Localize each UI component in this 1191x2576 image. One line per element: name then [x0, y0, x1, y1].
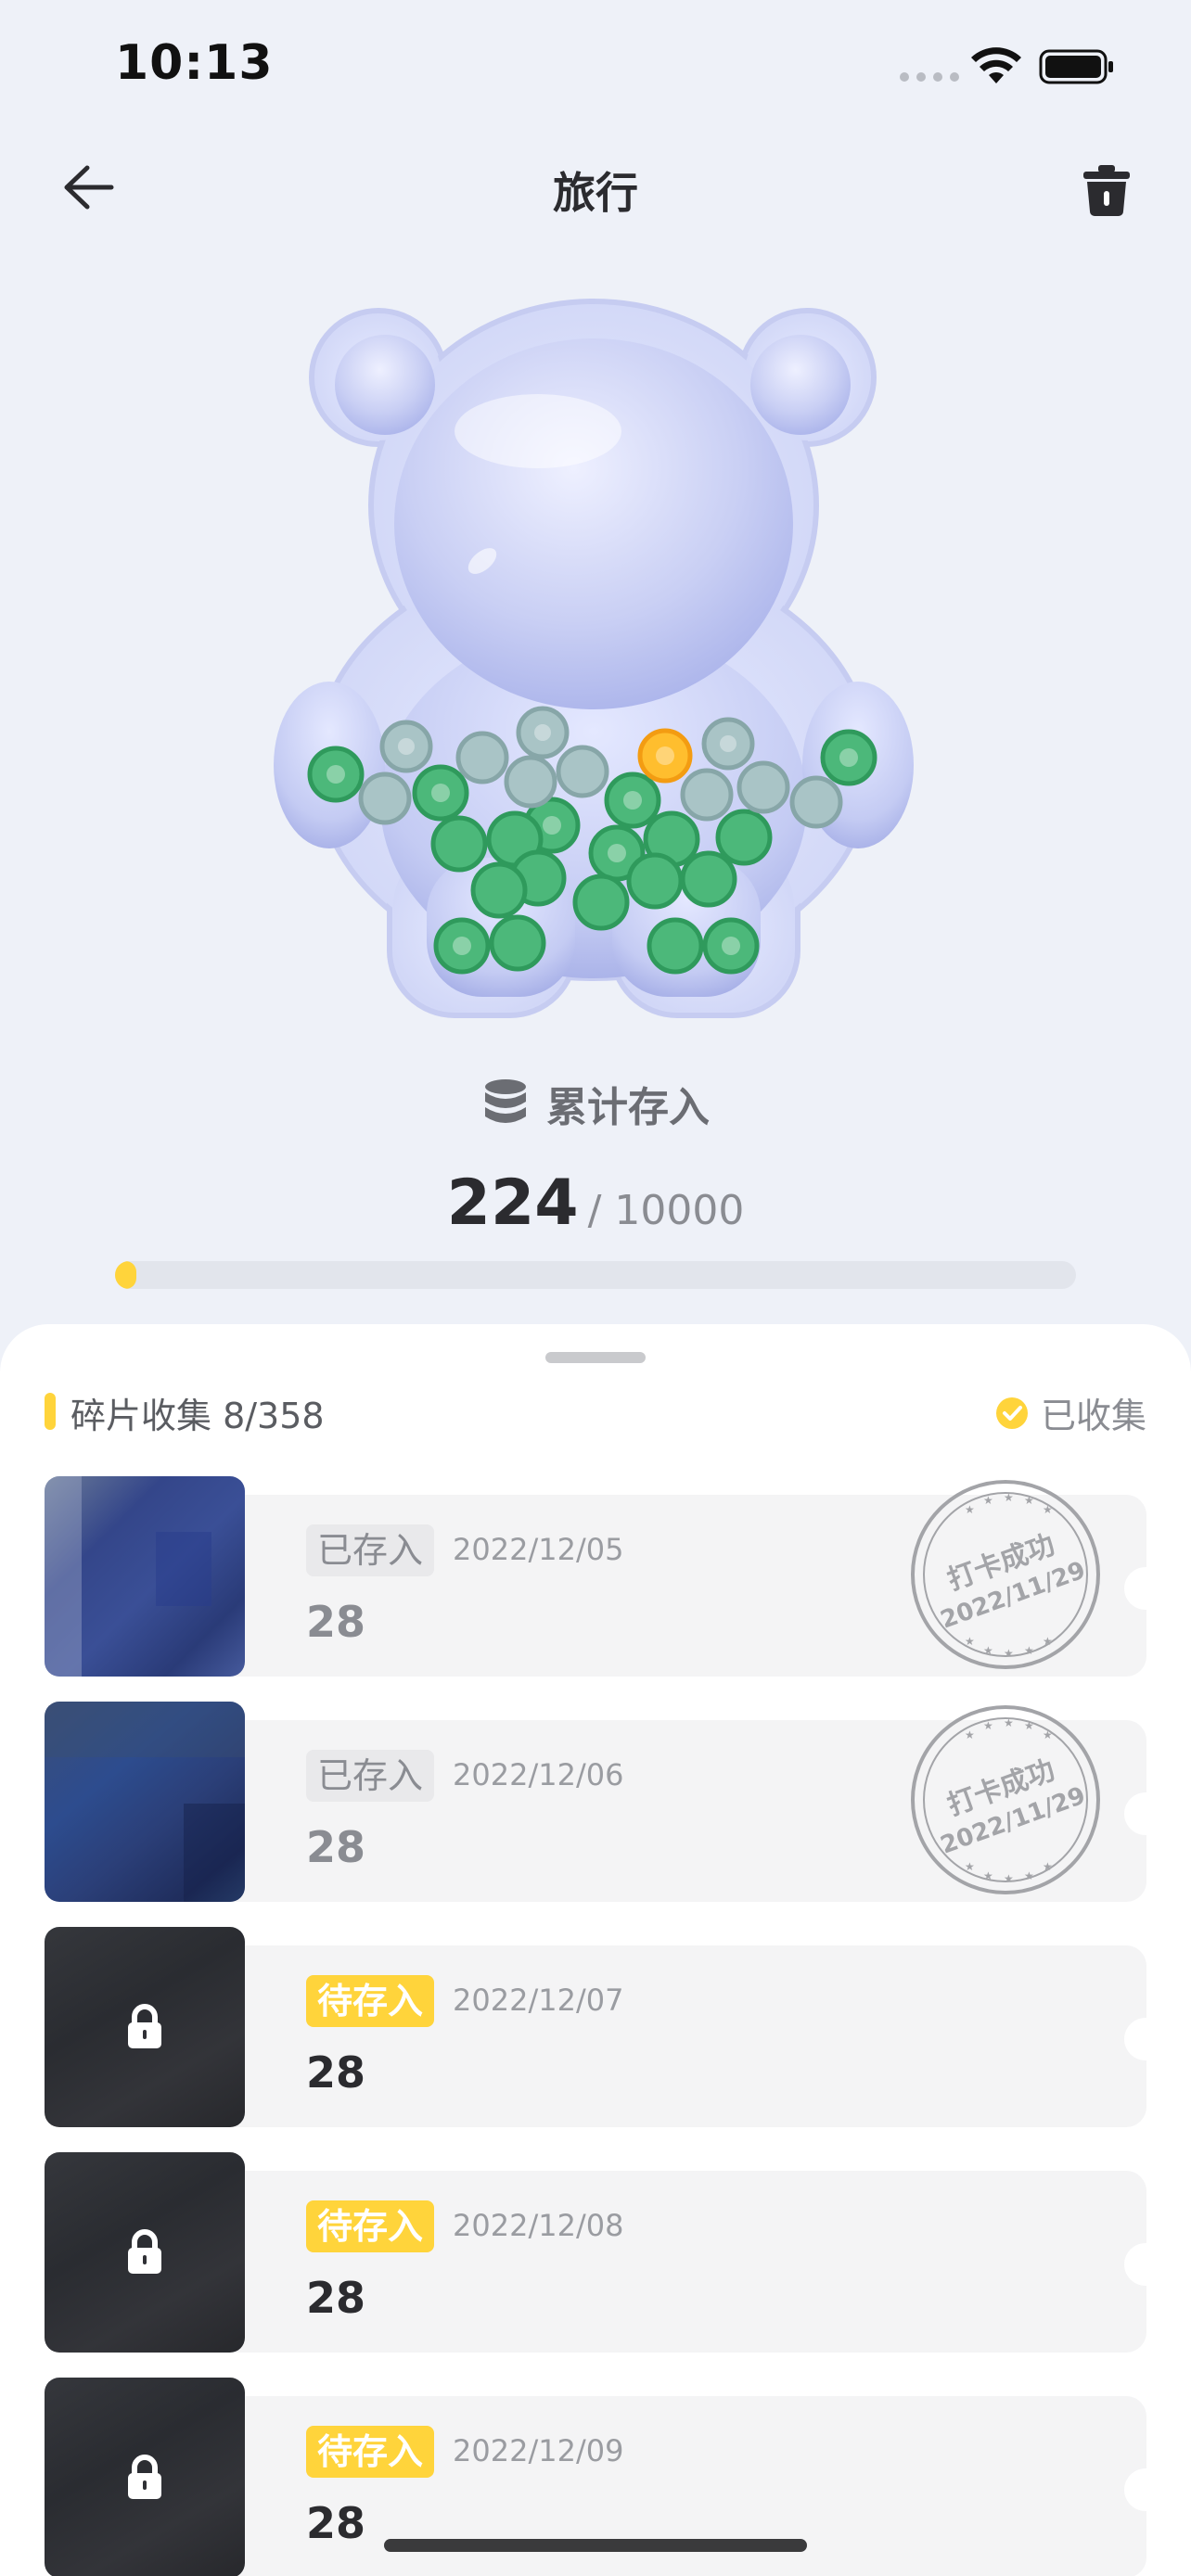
fragment-date: 2022/12/06: [453, 1757, 624, 1792]
svg-text:★: ★: [1004, 1491, 1014, 1504]
svg-text:★: ★: [1043, 1728, 1053, 1741]
svg-text:★: ★: [1004, 1716, 1014, 1729]
bear-piggy-bank-illustration: [274, 299, 914, 1018]
status-bar: 10:13: [0, 0, 1191, 139]
fragment-amount: 28: [306, 2273, 366, 2323]
status-badge: 待存入: [306, 1975, 435, 2027]
fragment-row[interactable]: 待存入 2022/12/08 28: [45, 2152, 1167, 2353]
status-badge: 已存入: [306, 1750, 435, 1802]
svg-text:★: ★: [983, 1869, 993, 1882]
status-badge: 待存入: [306, 2426, 435, 2478]
svg-text:★: ★: [983, 1719, 993, 1732]
svg-text:★: ★: [1043, 1860, 1053, 1873]
target-amount: / 10000: [587, 1187, 745, 1234]
wifi-icon: [971, 47, 1021, 83]
status-badge: 已存入: [306, 1524, 435, 1576]
svg-text:★: ★: [1024, 1644, 1034, 1657]
lock-icon: [128, 2455, 161, 2499]
fragment-date: 2022/12/07: [453, 1983, 624, 2018]
battery-icon: [1039, 49, 1113, 84]
lock-icon: [128, 2229, 161, 2274]
home-indicator[interactable]: [384, 2539, 807, 2552]
fragment-amount: 28: [306, 1822, 366, 1872]
total-saved-text: 累计存入: [546, 1084, 710, 1131]
page-title: 旅行: [553, 168, 638, 218]
svg-text:★: ★: [1043, 1503, 1053, 1516]
total-amount: 224 / 10000: [0, 1167, 1191, 1240]
fragment-row[interactable]: 已存入 2022/12/05 28 ★ ★ ★ ★ ★ ★ ★ ★ ★ ★ 打卡成功 2022/…: [45, 1476, 1167, 1677]
savings-progress-fill: [115, 1261, 137, 1289]
current-amount: 224: [446, 1167, 579, 1240]
svg-text:★: ★: [965, 1635, 975, 1648]
fragment-date: 2022/12/09: [453, 2433, 624, 2468]
svg-text:★: ★: [1024, 1494, 1034, 1507]
fragment-thumbnail-locked: [45, 2152, 245, 2353]
fragment-thumbnail-locked: [45, 2378, 245, 2576]
fragment-amount: 28: [306, 2047, 366, 2098]
svg-text:★: ★: [983, 1644, 993, 1657]
fragment-date: 2022/12/08: [453, 2208, 624, 2243]
fragment-row[interactable]: 待存入 2022/12/07 28: [45, 1927, 1167, 2127]
section-title: 碎片收集 8/358: [70, 1396, 325, 1436]
checkin-stamp: ★★ ★ ★★ ★★ ★ ★★ 打卡成功 2022/11/29: [911, 1480, 1100, 1669]
fragment-thumbnail: [45, 1702, 245, 1902]
total-saved-label: 累计存入: [0, 1074, 1191, 1133]
checkin-stamp: ★★ ★ ★★ ★★ ★ ★★ 打卡成功 2022/11/29: [911, 1705, 1100, 1894]
svg-text:★: ★: [1004, 1647, 1014, 1660]
fragment-thumbnail: [45, 1476, 245, 1677]
trash-icon: [1083, 165, 1130, 216]
savings-progress-bar: [115, 1261, 1076, 1289]
collected-filter-label: 已收集: [1040, 1396, 1146, 1436]
fragment-card: [211, 2171, 1167, 2353]
status-time: 10:13: [115, 35, 274, 91]
status-badge: 待存入: [306, 2200, 435, 2252]
collected-filter[interactable]: 已收集: [994, 1387, 1146, 1438]
fragment-row[interactable]: 已存入 2022/12/06 28 ★ ★ ★ ★ ★ ★ ★ ★ ★ ★ 打卡成功 2022/…: [45, 1702, 1167, 1902]
delete-button[interactable]: [1076, 159, 1137, 221]
svg-text:★: ★: [1024, 1869, 1034, 1882]
database-icon: [485, 1079, 526, 1123]
fragment-sheet: 碎片收集 8/358 已收集 已存入 2022/12/05 28 ★ ★ ★ ★ ★ ★…: [0, 1324, 1191, 2576]
fragment-date: 2022/12/05: [453, 1532, 624, 1567]
signal-icon: [900, 72, 959, 82]
sheet-grabber[interactable]: [545, 1352, 646, 1363]
check-circle-icon: [995, 1396, 1028, 1429]
fragment-amount: 28: [306, 1597, 366, 1647]
svg-text:★: ★: [965, 1728, 975, 1741]
fragment-amount: 28: [306, 2498, 366, 2548]
svg-text:★: ★: [1004, 1872, 1014, 1885]
svg-text:★: ★: [965, 1860, 975, 1873]
svg-text:★: ★: [1043, 1635, 1053, 1648]
svg-text:★: ★: [965, 1503, 975, 1516]
svg-text:★: ★: [983, 1494, 993, 1507]
fragment-card: [211, 1945, 1167, 2127]
lock-icon: [128, 2004, 161, 2048]
fragment-thumbnail-locked: [45, 1927, 245, 2127]
section-accent-bar: [45, 1393, 56, 1430]
svg-text:★: ★: [1024, 1719, 1034, 1732]
